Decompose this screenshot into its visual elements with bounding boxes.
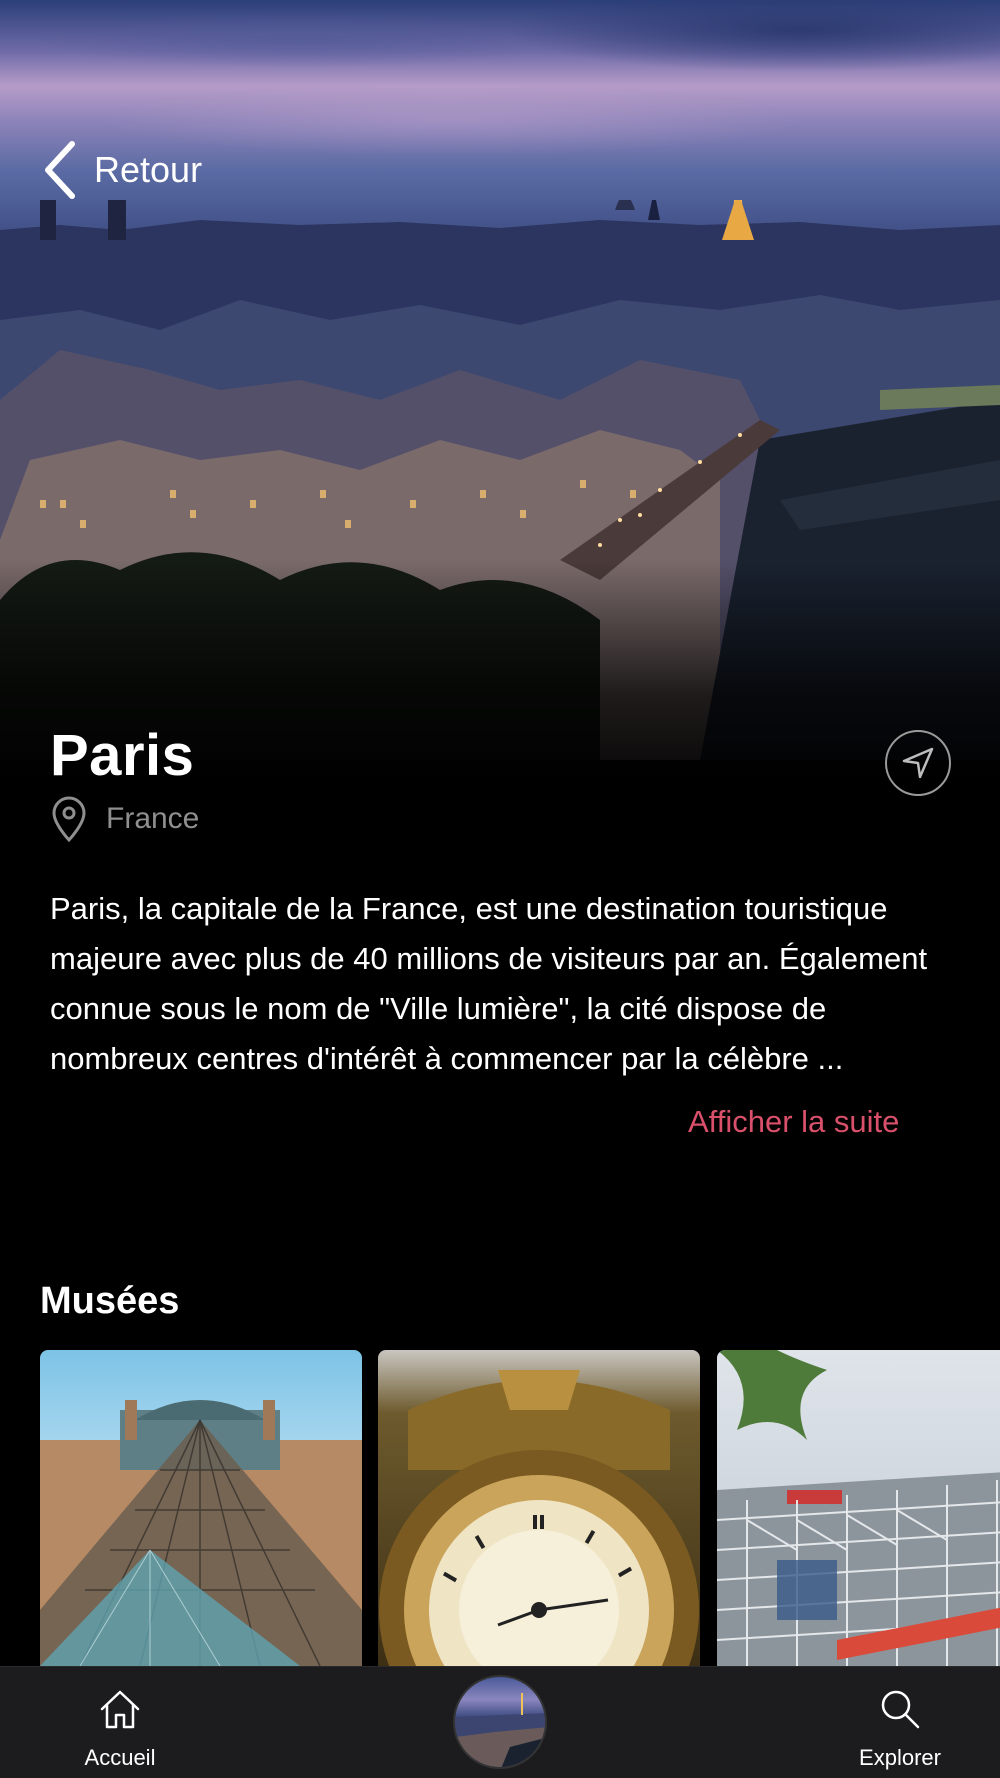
back-label: Retour bbox=[94, 149, 203, 190]
location-pin-icon bbox=[52, 796, 86, 842]
chevron-left-icon bbox=[45, 141, 75, 199]
tab-explore-label: Explorer bbox=[859, 1745, 941, 1770]
tab-home-label: Accueil bbox=[84, 1745, 156, 1770]
louvre-pyramid-image bbox=[40, 1400, 362, 1666]
city-description: Paris, la capitale de la France, est une… bbox=[50, 891, 928, 1076]
navigation-arrow-icon bbox=[902, 747, 934, 779]
back-button[interactable]: Retour bbox=[40, 140, 202, 200]
location-row: France bbox=[50, 796, 199, 842]
country-label: France bbox=[106, 802, 200, 835]
museum-card[interactable] bbox=[40, 1350, 362, 1666]
section-title-museums: Musées bbox=[40, 1280, 180, 1322]
show-more-link[interactable]: Afficher la suite bbox=[688, 1104, 899, 1140]
tab-explore[interactable]: Explorer bbox=[840, 1667, 960, 1778]
home-icon bbox=[100, 1690, 140, 1729]
city-title: Paris bbox=[50, 723, 195, 788]
city-thumbnail-image bbox=[455, 1693, 545, 1767]
museum-card[interactable] bbox=[378, 1350, 700, 1666]
orsay-clock-image bbox=[379, 1370, 699, 1666]
museum-card[interactable] bbox=[717, 1350, 1000, 1666]
search-icon bbox=[881, 1690, 920, 1729]
pompidou-image bbox=[717, 1350, 1000, 1666]
tab-home[interactable]: Accueil bbox=[60, 1667, 180, 1778]
museum-carousel[interactable] bbox=[40, 1350, 1000, 1666]
navigate-button[interactable] bbox=[885, 730, 951, 796]
city-avatar-button[interactable] bbox=[453, 1675, 547, 1769]
